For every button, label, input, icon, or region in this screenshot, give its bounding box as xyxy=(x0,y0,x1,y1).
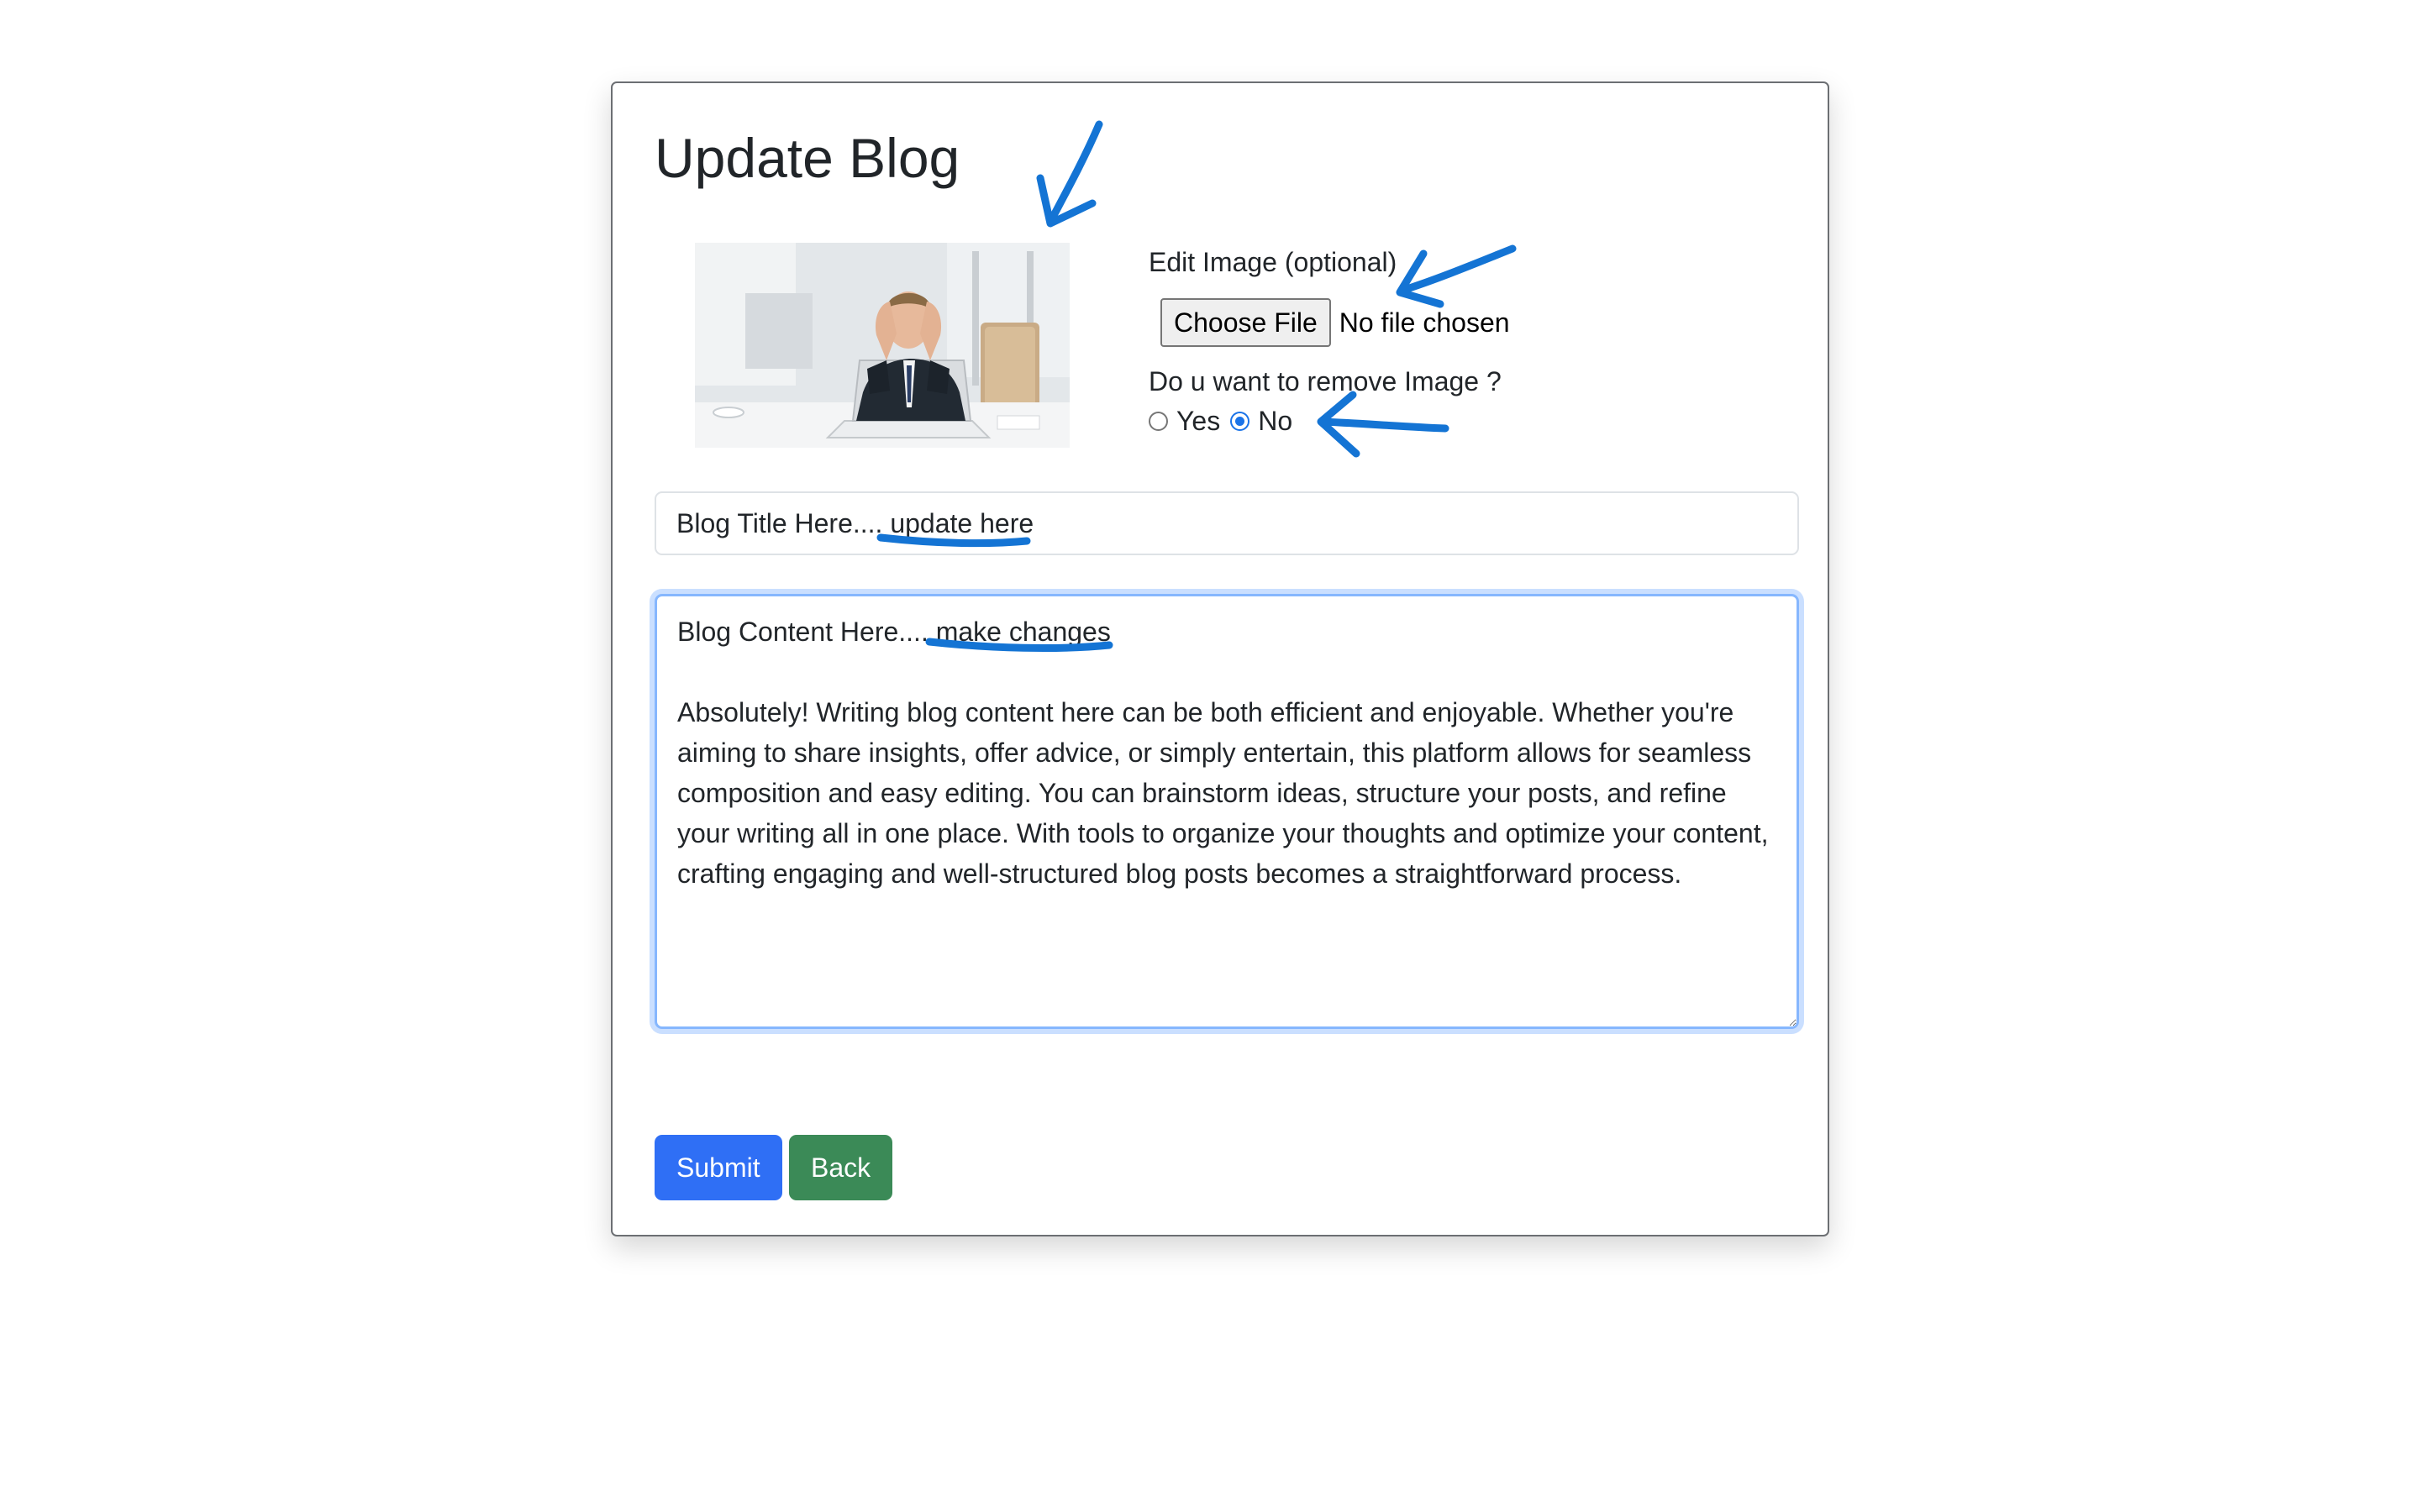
file-input[interactable]: Choose File No file chosen xyxy=(1160,298,1510,347)
stressed-businessman-photo xyxy=(695,243,1070,448)
remove-image-no-radio[interactable] xyxy=(1230,412,1250,431)
file-status-text: No file chosen xyxy=(1339,307,1510,338)
blog-content-textarea[interactable]: Blog Content Here.... make changes Absol… xyxy=(655,594,1799,1029)
current-blog-image xyxy=(695,243,1070,448)
remove-image-options: Yes No xyxy=(1149,406,1302,437)
update-blog-card: Update Blog Edit Image (optional) Choose… xyxy=(611,81,1829,1236)
back-button[interactable]: Back xyxy=(789,1135,893,1200)
remove-image-yes-radio[interactable] xyxy=(1149,412,1168,431)
submit-button[interactable]: Submit xyxy=(655,1135,782,1200)
remove-image-no-label[interactable]: No xyxy=(1258,406,1292,437)
blog-title-input[interactable] xyxy=(655,491,1799,555)
remove-image-yes-label[interactable]: Yes xyxy=(1176,406,1220,437)
page-title: Update Blog xyxy=(655,127,960,189)
remove-image-question: Do u want to remove Image ? xyxy=(1149,366,1502,396)
choose-file-button[interactable]: Choose File xyxy=(1160,298,1331,347)
edit-image-label: Edit Image (optional) xyxy=(1149,247,1397,277)
